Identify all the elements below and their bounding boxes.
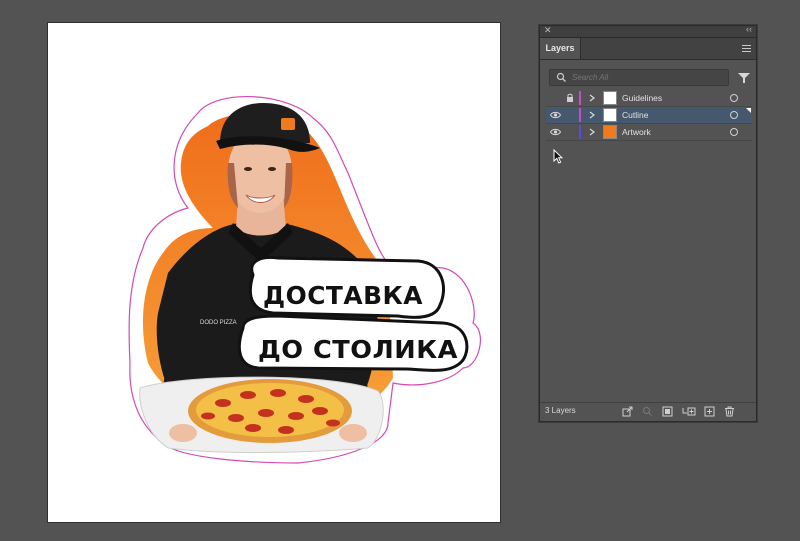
search-icon [556, 72, 566, 82]
layer-target-circle[interactable] [730, 128, 738, 136]
search-input[interactable] [572, 70, 722, 85]
layer-thumbnail [603, 125, 617, 139]
eye-icon[interactable] [550, 128, 561, 136]
chevron-right-icon[interactable] [589, 128, 595, 136]
layer-thumbnail [603, 91, 617, 105]
layer-name[interactable]: Artwork [622, 124, 651, 140]
hand-left [169, 424, 197, 442]
layer-target-circle[interactable] [730, 111, 738, 119]
layers-panel: ✕ ‹‹ Layers Guid [539, 24, 757, 422]
eye-left [244, 167, 252, 171]
chevron-right-icon[interactable] [589, 111, 595, 119]
layer-target-circle[interactable] [730, 94, 738, 102]
banner-text-line1: ДОСТАВКА [263, 281, 423, 310]
filter-icon[interactable] [738, 72, 750, 84]
mouse-cursor-icon [553, 149, 563, 164]
delete-icon[interactable] [724, 406, 735, 417]
uniform-logo: DODO PIZZA [200, 320, 237, 326]
hand-right [339, 424, 367, 442]
sticker-artwork: DODO PIZZA ДОСТАВКА ДО СТОЛИКА [128, 96, 482, 464]
panel-menu-icon[interactable] [742, 45, 751, 52]
new-layer-icon[interactable] [704, 406, 715, 417]
layer-name[interactable]: Guidelines [622, 90, 662, 106]
cap-logo [281, 118, 295, 130]
layer-row-cutline[interactable]: Cutline [546, 107, 752, 124]
chevron-right-icon[interactable] [589, 94, 595, 102]
layer-row-guidelines[interactable]: Guidelines [546, 90, 752, 107]
eye-right [268, 167, 276, 171]
selection-indicator [746, 108, 751, 113]
layer-thumbnail [603, 108, 617, 122]
panel-chrome: ✕ ‹‹ [540, 24, 756, 38]
panel-tabbar: Layers [540, 38, 756, 60]
layer-color-bar [579, 91, 581, 105]
layer-name[interactable]: Cutline [622, 107, 648, 123]
clipping-mask-icon[interactable] [662, 406, 673, 417]
lock-icon[interactable] [566, 93, 574, 102]
search-row [540, 60, 756, 90]
export-icon[interactable] [622, 406, 633, 417]
close-icon[interactable]: ✕ [544, 25, 552, 36]
layer-color-bar [579, 108, 581, 122]
layer-row-artwork[interactable]: Artwork [546, 124, 752, 141]
collapse-icon[interactable]: ‹‹ [746, 24, 752, 34]
layer-count: 3 Layers [545, 406, 576, 415]
panel-footer: 3 Layers [540, 402, 756, 421]
tab-layers[interactable]: Layers [540, 38, 581, 59]
new-sublayer-icon[interactable] [682, 406, 696, 417]
eye-icon[interactable] [550, 111, 561, 119]
artboard[interactable]: DODO PIZZA ДОСТАВКА ДО СТОЛИКА [48, 23, 500, 522]
layer-color-bar [579, 125, 581, 139]
search-box[interactable] [549, 69, 729, 86]
banner-text-line2: ДО СТОЛИКА [258, 335, 458, 364]
locate-object-icon[interactable] [642, 406, 653, 417]
